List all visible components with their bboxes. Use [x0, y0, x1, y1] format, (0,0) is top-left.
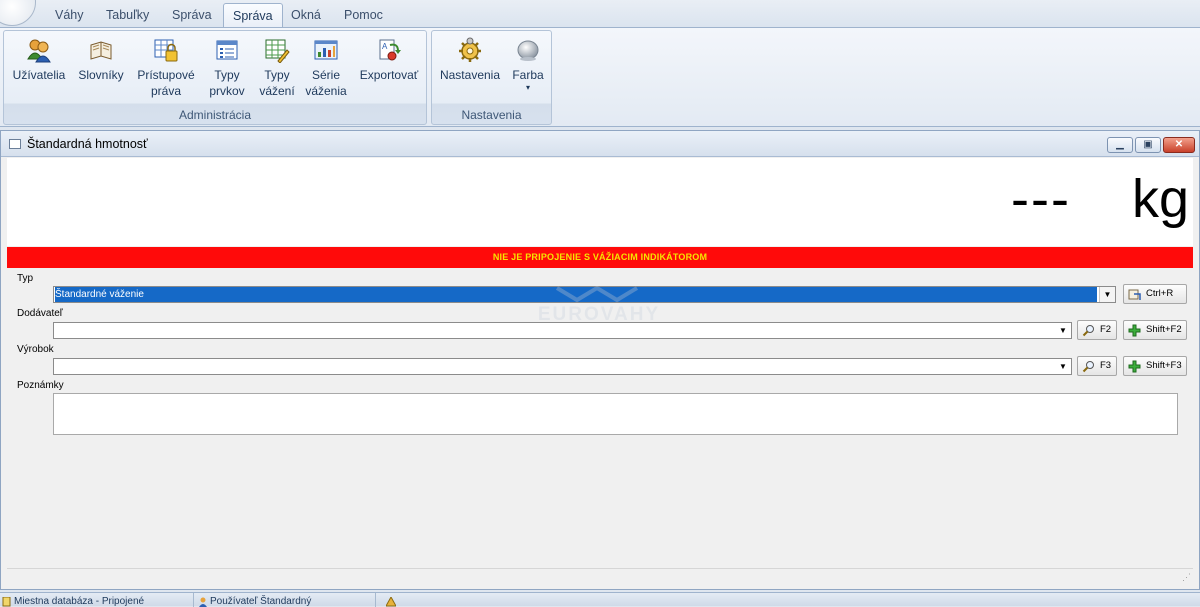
tab-sprava-active[interactable]: Správa [223, 3, 283, 28]
group-administracia: Užívatelia Slovníky Prístupové práva Typ… [3, 30, 427, 125]
list-icon [214, 37, 240, 63]
weighing-types-button[interactable]: Typy vážení [254, 35, 300, 99]
export-button[interactable]: A Exportovať [356, 35, 422, 83]
weight-value: --- [1011, 169, 1071, 229]
dodavatel-add-button[interactable]: Shift+F2 [1123, 320, 1187, 340]
eurovahy-logo-icon [555, 286, 639, 303]
chart-icon [313, 37, 339, 63]
weighing-types-label-2: vážení [259, 84, 295, 98]
weighing-series-label-2: váženia [305, 84, 347, 98]
poznamky-textarea[interactable] [53, 393, 1178, 435]
element-types-label-2: prvkov [209, 84, 245, 98]
vyrobok-search-button[interactable]: F3 [1077, 356, 1117, 376]
ribbon-tab-strip: Váhy Tabuľky Správa Správa Okná Pomoc [0, 0, 1200, 28]
dodavatel-add-label: Shift+F2 [1146, 324, 1182, 335]
gears-icon [457, 37, 483, 63]
dodavatel-label: Dodávateľ [17, 308, 63, 319]
weighing-types-label-1: Typy [264, 68, 290, 82]
tab-okna[interactable]: Okná [282, 3, 330, 27]
eurovahy-watermark: EUROVAHY [517, 286, 681, 326]
element-types-label-1: Typy [214, 68, 240, 82]
status-bar: Miestna databáza - Pripojené Používateľ … [0, 592, 1200, 607]
weighing-series-label-1: Série [311, 68, 340, 82]
group-caption-nastavenia: Nastavenia [461, 108, 522, 122]
settings-label: Nastavenia [439, 68, 501, 82]
chevron-down-icon[interactable]: ▼ [1099, 287, 1115, 302]
edit-table-icon [264, 37, 290, 64]
settings-button[interactable]: Nastavenia [436, 35, 504, 83]
export-icon: A [376, 37, 402, 63]
svg-text:A: A [382, 42, 388, 51]
group-caption-administracia: Administrácia [178, 108, 252, 122]
color-label: Farba [512, 68, 544, 82]
window-icon [9, 139, 21, 149]
user-icon [198, 596, 208, 607]
poznamky-label: Poznámky [17, 380, 64, 391]
weighing-series-button[interactable]: Série váženia [302, 35, 350, 99]
status-extra [380, 593, 410, 607]
window-divider [7, 568, 1193, 569]
dodavatel-combobox[interactable]: ▼ [53, 322, 1072, 339]
tab-vahy[interactable]: Váhy [46, 3, 93, 27]
tab-pomoc[interactable]: Pomoc [335, 3, 392, 27]
vyrobok-label: Výrobok [17, 344, 54, 355]
users-button[interactable]: Užívatelia [8, 35, 70, 83]
resize-grip-icon[interactable]: ⋰ [1182, 572, 1191, 583]
window-title: Štandardná hmotnosť [27, 137, 148, 151]
vyrobok-add-button[interactable]: Shift+F3 [1123, 356, 1187, 376]
access-rights-label-1: Prístupové [137, 68, 195, 82]
color-orb-icon [515, 37, 541, 63]
typ-label: Typ [17, 273, 34, 284]
chevron-down-icon[interactable]: ▼ [1055, 323, 1071, 338]
color-button[interactable]: Farba ▾ [506, 35, 550, 93]
users-icon [26, 37, 52, 63]
search-icon [1082, 360, 1095, 373]
window-titlebar: Štandardná hmotnosť ▁ ▣ ✕ [1, 131, 1199, 157]
lock-table-icon [153, 37, 179, 63]
application-menu-button[interactable] [0, 0, 36, 26]
database-icon [2, 596, 12, 607]
connection-alarm-banner: NIE JE PRIPOJENIE S VÁŽIACIM INDIKÁTOROM [7, 247, 1193, 268]
close-button[interactable]: ✕ [1163, 137, 1195, 153]
search-icon [1082, 324, 1095, 337]
refresh-icon [1128, 288, 1141, 301]
users-label: Užívatelia [12, 68, 66, 82]
dodavatel-search-label: F2 [1100, 324, 1112, 335]
group-nastavenia: Nastavenia Farba ▾ Nastavenia [431, 30, 552, 125]
weight-unit: kg [1131, 169, 1189, 229]
book-icon [88, 37, 114, 63]
weight-display: --- kg [7, 158, 1193, 246]
vyrobok-search-label: F3 [1100, 360, 1112, 371]
access-rights-button[interactable]: Prístupové práva [132, 35, 200, 99]
element-types-button[interactable]: Typy prvkov [204, 35, 250, 99]
status-database: Miestna databáza - Pripojené [0, 593, 194, 607]
status-user-text: Používateľ Štandardný [210, 596, 312, 607]
dictionaries-label: Slovníky [78, 68, 124, 82]
status-database-text: Miestna databáza - Pripojené [14, 596, 145, 607]
ribbon: Užívatelia Slovníky Prístupové práva Typ… [0, 27, 1200, 127]
add-icon [1128, 360, 1141, 373]
typ-shortcut-label: Ctrl+R [1146, 288, 1174, 299]
chevron-down-icon[interactable]: ▼ [1055, 359, 1071, 374]
add-icon [1128, 324, 1141, 337]
access-rights-label-2: práva [150, 84, 182, 98]
export-label: Exportovať [359, 68, 419, 82]
vyrobok-combobox[interactable]: ▼ [53, 358, 1072, 375]
minimize-button[interactable]: ▁ [1107, 137, 1133, 153]
warning-icon [385, 595, 397, 607]
tab-sprava[interactable]: Správa [163, 3, 221, 27]
vyrobok-add-label: Shift+F3 [1146, 360, 1182, 371]
dictionaries-button[interactable]: Slovníky [76, 35, 126, 83]
dodavatel-search-button[interactable]: F2 [1077, 320, 1117, 340]
typ-shortcut-button[interactable]: Ctrl+R [1123, 284, 1187, 304]
chevron-down-icon: ▾ [525, 83, 530, 92]
weighing-window: Štandardná hmotnosť ▁ ▣ ✕ --- kg NIE JE … [0, 130, 1200, 590]
restore-button[interactable]: ▣ [1135, 137, 1161, 153]
status-user: Používateľ Štandardný [196, 593, 376, 607]
tab-tabulky[interactable]: Tabuľky [97, 3, 158, 27]
